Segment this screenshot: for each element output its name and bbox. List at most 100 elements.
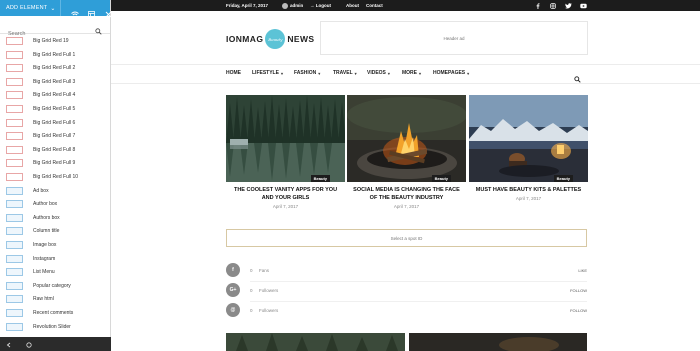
element-list-item[interactable]: Ad box [6, 185, 106, 197]
element-list-item[interactable]: Popular category [6, 280, 106, 292]
widget-thumbnail-icon [6, 241, 23, 249]
nav-item-homepages[interactable]: HOMEPAGES ▾ [433, 70, 469, 76]
user-menu[interactable]: admin [282, 2, 303, 9]
element-list-item[interactable]: Big Grid Red Full 7 [6, 130, 106, 142]
counter-value: 0 [250, 307, 253, 313]
element-list-item[interactable]: Big Grid Red Full 9 [6, 157, 106, 169]
element-list-label: Authors box [33, 214, 60, 221]
site-preview: Friday, April 7, 2017 admin → Logout Abo… [111, 0, 700, 351]
twitter-icon[interactable] [565, 2, 572, 9]
element-list-label: Big Grid Red Full 2 [33, 65, 76, 72]
element-list-item[interactable]: Big Grid Red Full 4 [6, 89, 106, 101]
chevron-down-icon: ▾ [318, 70, 321, 76]
follow-button[interactable]: FOLLOW [570, 308, 587, 313]
site-logo[interactable]: IONMAG Beauty NEWS [226, 27, 314, 51]
like-button[interactable]: LIKE [578, 268, 587, 273]
nav-item-home[interactable]: HOME [226, 70, 241, 76]
logo-text-left: IONMAG [226, 34, 264, 44]
panel-footer [0, 337, 111, 351]
nav-item-more[interactable]: MORE ▾ [402, 70, 421, 76]
grid-thumbnail-icon [6, 37, 23, 45]
element-list-item[interactable]: Big Grid Red Full 5 [6, 103, 106, 115]
element-list-item[interactable]: Column title [6, 225, 106, 237]
element-list-item[interactable]: Image box [6, 239, 106, 251]
element-list-item[interactable]: Raw html [6, 293, 106, 305]
search-icon[interactable] [95, 22, 102, 35]
element-list-item[interactable]: Recent comments [6, 307, 106, 319]
logout-link[interactable]: → Logout [310, 3, 331, 8]
widget-thumbnail-icon [6, 213, 23, 222]
post-image-bottom[interactable] [409, 333, 587, 351]
element-list-item[interactable]: Instagram [6, 253, 106, 265]
element-list-label: Raw html [33, 296, 54, 303]
google-plus-icon[interactable]: G+ [226, 283, 240, 297]
post-category-badge[interactable]: Beauty [553, 175, 573, 182]
logo-badge: Beauty [265, 29, 286, 49]
element-search [0, 22, 110, 37]
widget-thumbnail-icon [6, 295, 23, 304]
post-category-badge[interactable]: Beauty [431, 175, 451, 182]
element-list-label: Big Grid Red Full 3 [33, 78, 76, 85]
add-element-dropdown[interactable]: ADD ELEMENT ⌄ [0, 0, 61, 16]
post-category-badge[interactable]: Beauty [310, 175, 330, 182]
post-image-campfire[interactable]: Beauty [347, 95, 466, 182]
element-list-label: Ad box [33, 187, 49, 194]
element-list-item[interactable]: Revolution Slider [6, 321, 106, 333]
logo-text-right: NEWS [287, 34, 315, 44]
facebook-icon[interactable] [535, 2, 541, 9]
element-list-item[interactable]: Big Grid Red Full 6 [6, 117, 106, 129]
grid-thumbnail-icon [6, 145, 23, 154]
post-image-bottom[interactable] [226, 333, 405, 351]
element-list-item[interactable]: Authors box [6, 212, 106, 224]
post-title[interactable]: MUST HAVE BEAUTY KITS & PALETTES [469, 186, 588, 194]
post-title[interactable]: THE COOLEST VANITY APPS FOR YOU AND YOUR… [226, 186, 345, 202]
contact-link[interactable]: Contact [366, 3, 383, 8]
grid-thumbnail-icon [6, 50, 23, 59]
collapse-icon[interactable] [6, 335, 12, 351]
grid-thumbnail-icon [6, 132, 23, 141]
follow-button[interactable]: FOLLOW [570, 288, 587, 293]
element-list-label: Column title [33, 228, 60, 235]
element-list-item[interactable]: List Menu [6, 266, 106, 278]
chevron-down-icon: ▾ [387, 70, 390, 76]
nav-item-travel[interactable]: TRAVEL ▾ [333, 70, 357, 76]
nav-search-icon[interactable] [574, 70, 581, 83]
nav-item-videos[interactable]: VIDEOS ▾ [367, 70, 390, 76]
widget-thumbnail-icon [6, 200, 23, 209]
post-card[interactable]: Beauty THE COOLEST VANITY APPS FOR YOU A… [226, 95, 345, 209]
post-image-forest-lake[interactable]: Beauty [226, 95, 345, 182]
grid-thumbnail-icon [6, 173, 23, 181]
element-list-label: Popular category [33, 282, 71, 289]
nav-item-lifestyle[interactable]: LIFESTYLE ▾ [252, 70, 283, 76]
counter-value: 0 [250, 287, 253, 293]
post-card[interactable]: Beauty MUST HAVE BEAUTY KITS & PALETTES … [469, 95, 588, 201]
post-image-mountain-lantern[interactable]: Beauty [469, 95, 588, 182]
element-list-item[interactable]: Big Grid Red Full 10 [6, 171, 106, 183]
youtube-icon[interactable] [580, 3, 587, 9]
element-list-item[interactable]: Big Grid Red 19 [6, 35, 106, 47]
post-title[interactable]: SOCIAL MEDIA IS CHANGING THE FACE OF THE… [347, 186, 466, 202]
element-list-item[interactable]: Big Grid Red Full 3 [6, 76, 106, 88]
element-list-item[interactable]: Big Grid Red Full 8 [6, 144, 106, 156]
post-card[interactable]: Beauty SOCIAL MEDIA IS CHANGING THE FACE… [347, 95, 466, 209]
instagram-icon[interactable]: @ [226, 303, 240, 317]
social-icons [535, 2, 587, 9]
facebook-icon[interactable]: f [226, 263, 240, 277]
header-ad[interactable]: Header ad [320, 21, 588, 55]
widget-thumbnail-icon [6, 322, 23, 331]
element-list-label: Image box [33, 242, 57, 248]
logout-label: Logout [315, 3, 332, 8]
circle-icon[interactable] [26, 335, 32, 351]
template-icon[interactable] [87, 5, 95, 18]
element-list-item[interactable]: Author box [6, 198, 106, 210]
grid-thumbnail-icon [6, 118, 23, 127]
spot-select-box[interactable]: Select a spot ID [226, 229, 587, 247]
wifi-icon[interactable] [70, 5, 79, 18]
logout-icon: → [310, 3, 315, 8]
element-list-item[interactable]: Big Grid Red Full 1 [6, 49, 106, 61]
about-link[interactable]: About [346, 3, 359, 8]
nav-item-label: MORE [402, 70, 417, 76]
instagram-icon[interactable] [550, 2, 556, 9]
element-list-item[interactable]: Big Grid Red Full 2 [6, 62, 106, 74]
nav-item-fashion[interactable]: FASHION ▾ [294, 70, 320, 76]
